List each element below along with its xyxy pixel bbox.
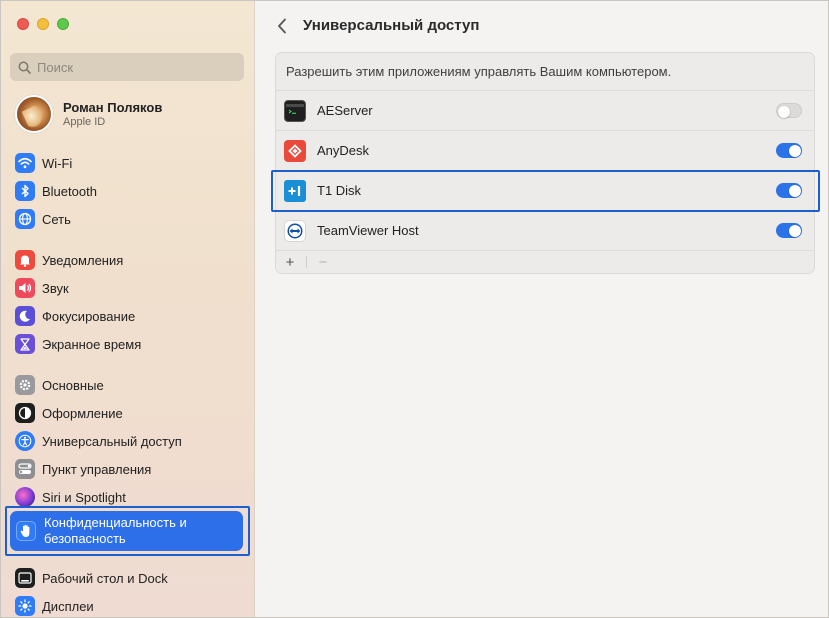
titlebar: Универсальный доступ	[255, 1, 828, 51]
sidebar-item-control-center[interactable]: Пункт управления	[15, 457, 243, 481]
t1-disk-icon	[284, 179, 306, 202]
hourglass-icon	[15, 334, 35, 354]
apps-list-panel: Разрешить этим приложениям управлять Ваш…	[275, 52, 815, 274]
page-title: Универсальный доступ	[303, 17, 480, 34]
sidebar-item-label: Универсальный доступ	[42, 433, 182, 449]
app-row-t1-disk: T1 Disk	[276, 171, 814, 211]
search-field[interactable]	[10, 53, 244, 81]
panel-footer: + −	[276, 251, 814, 273]
sidebar-item-general[interactable]: Основные	[15, 373, 243, 397]
sidebar-item-sound[interactable]: Звук	[15, 276, 243, 300]
bell-icon	[15, 250, 35, 270]
hand-icon	[16, 521, 36, 541]
zoom-window-button[interactable]	[57, 18, 69, 30]
sidebar-item-wifi[interactable]: Wi-Fi	[15, 151, 243, 175]
sidebar-item-label: Дисплеи	[42, 598, 94, 614]
sidebar-item-siri-spotlight[interactable]: Siri и Spotlight	[15, 485, 243, 509]
sidebar-item-label: Рабочий стол и Dock	[42, 570, 168, 586]
traffic-lights	[17, 18, 69, 30]
sidebar-item-displays[interactable]: Дисплеи	[15, 594, 243, 617]
sidebar-item-notifications[interactable]: Уведомления	[15, 248, 243, 272]
t1-disk-toggle[interactable]	[776, 183, 802, 198]
wifi-icon	[15, 153, 35, 173]
profile-name: Роман Поляков	[63, 100, 163, 115]
speaker-icon	[15, 278, 35, 298]
globe-icon	[15, 209, 35, 229]
control-center-icon	[15, 459, 35, 479]
sidebar-item-label: Звук	[42, 280, 69, 296]
apple-id-profile[interactable]: Роман Поляков Apple ID	[15, 95, 245, 133]
sidebar-item-label: Siri и Spotlight	[42, 489, 126, 505]
moon-icon	[15, 306, 35, 326]
sidebar-item-label: Wi-Fi	[42, 155, 73, 171]
footer-divider	[306, 256, 307, 268]
panel-header: Разрешить этим приложениям управлять Ваш…	[276, 53, 814, 91]
add-app-button[interactable]: +	[282, 254, 298, 271]
sidebar-item-label: Основные	[42, 377, 104, 393]
search-icon	[18, 61, 31, 74]
dock-icon	[15, 568, 35, 588]
sidebar-item-screen-time[interactable]: Экранное время	[15, 332, 243, 356]
app-name: T1 Disk	[317, 183, 362, 198]
search-input[interactable]	[37, 59, 227, 75]
sidebar: Роман Поляков Apple ID Wi-Fi Bluetooth С…	[1, 1, 255, 617]
sidebar-item-bluetooth[interactable]: Bluetooth	[15, 179, 243, 203]
app-row-aeserver: AEServer	[276, 91, 814, 131]
appearance-icon	[15, 403, 35, 423]
app-row-teamviewer-host: TeamViewer Host	[276, 211, 814, 251]
aeserver-toggle[interactable]	[776, 103, 802, 118]
sidebar-item-label: Сеть	[42, 211, 71, 227]
sidebar-item-focus[interactable]: Фокусирование	[15, 304, 243, 328]
bluetooth-icon	[15, 181, 35, 201]
teamviewer-host-toggle[interactable]	[776, 223, 802, 238]
sidebar-item-privacy-security[interactable]: Конфиденциальность и безопасность	[10, 511, 243, 551]
sidebar-item-label: Оформление	[42, 405, 123, 421]
sidebar-item-label: Конфиденциальность и безопасность	[44, 515, 187, 546]
minimize-window-button[interactable]	[37, 18, 49, 30]
app-name: TeamViewer Host	[317, 223, 419, 238]
app-name: AnyDesk	[317, 143, 370, 158]
accessibility-icon	[15, 431, 35, 451]
anydesk-toggle[interactable]	[776, 143, 802, 158]
main-content: Универсальный доступ Разрешить этим прил…	[255, 1, 828, 617]
profile-subtitle: Apple ID	[63, 116, 106, 128]
sidebar-item-appearance[interactable]: Оформление	[15, 401, 243, 425]
sidebar-item-label: Пункт управления	[42, 461, 152, 477]
sidebar-item-label: Экранное время	[42, 336, 142, 352]
teamviewer-icon	[284, 219, 306, 242]
terminal-icon	[284, 99, 306, 122]
sun-icon	[15, 596, 35, 616]
siri-icon	[15, 487, 35, 507]
sidebar-item-label: Bluetooth	[42, 183, 97, 199]
sidebar-item-desktop-dock[interactable]: Рабочий стол и Dock	[15, 566, 243, 590]
app-row-anydesk: AnyDesk	[276, 131, 814, 171]
sidebar-item-label: Фокусирование	[42, 308, 136, 324]
remove-app-button[interactable]: −	[315, 254, 331, 271]
sidebar-item-label: Уведомления	[42, 252, 124, 268]
gear-icon	[15, 375, 35, 395]
back-button[interactable]	[273, 15, 291, 37]
anydesk-icon	[284, 139, 306, 162]
settings-window: Роман Поляков Apple ID Wi-Fi Bluetooth С…	[0, 0, 829, 618]
sidebar-item-network[interactable]: Сеть	[15, 207, 243, 231]
app-name: AEServer	[317, 103, 373, 118]
close-window-button[interactable]	[17, 18, 29, 30]
chevron-left-icon	[278, 18, 286, 34]
avatar	[15, 95, 53, 133]
sidebar-item-accessibility[interactable]: Универсальный доступ	[15, 429, 243, 453]
